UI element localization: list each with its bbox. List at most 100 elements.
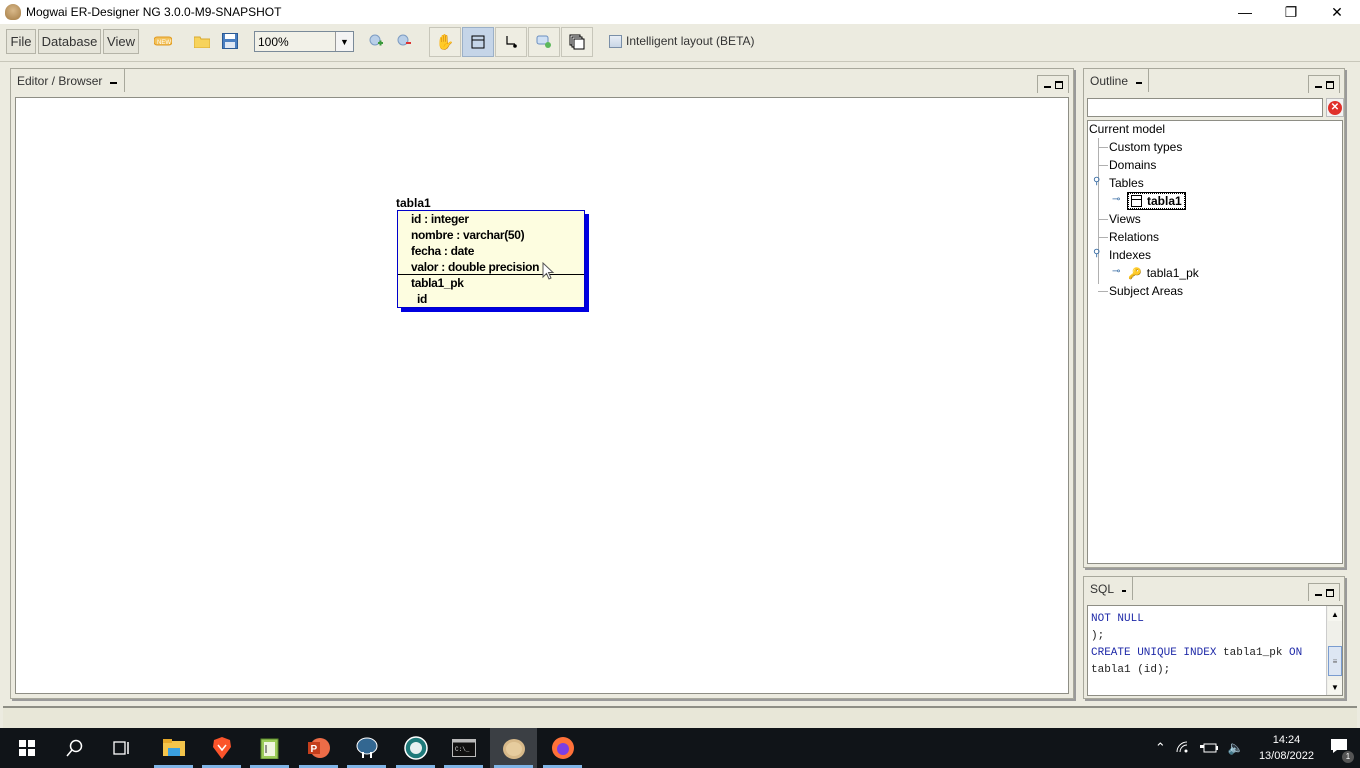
menu-database[interactable]: Database	[38, 29, 101, 54]
tab-outline[interactable]: Outline	[1083, 68, 1149, 92]
save-icon[interactable]	[221, 32, 239, 50]
hand-tool-button[interactable]: ✋	[429, 27, 461, 57]
close-icon: ✕	[1328, 100, 1342, 115]
notification-center-icon[interactable]: 1	[1330, 738, 1354, 763]
sql-panel: SQL NOT NULL ); CREATE UNIQUE INDEX tabl…	[1083, 576, 1345, 699]
entity-attribute[interactable]: fecha : date	[411, 244, 474, 258]
file-explorer-icon[interactable]	[150, 728, 197, 768]
scroll-thumb[interactable]: ≡	[1328, 646, 1342, 676]
start-icon[interactable]	[3, 728, 50, 768]
minimize-icon[interactable]	[1043, 86, 1051, 88]
tree-item-relations[interactable]: Relations	[1109, 230, 1159, 244]
sql-scrollbar[interactable]: ▲ ≡ ▼	[1326, 606, 1342, 695]
battery-icon[interactable]	[1199, 741, 1218, 756]
brave-browser-icon[interactable]	[198, 728, 245, 768]
search-icon[interactable]	[51, 728, 98, 768]
svg-text:NEW: NEW	[157, 40, 171, 46]
menu-view[interactable]: View	[103, 29, 139, 54]
intelligent-layout-toggle[interactable]: Intelligent layout (BETA)	[609, 34, 755, 48]
scroll-down-icon[interactable]: ▼	[1328, 680, 1342, 694]
open-folder-icon[interactable]	[193, 32, 211, 50]
sql-line: );	[1091, 630, 1105, 642]
tab-editor-browser[interactable]: Editor / Browser	[10, 68, 125, 92]
outline-panel-controls	[1308, 75, 1340, 93]
status-bar	[3, 706, 1357, 728]
minimize-icon[interactable]	[110, 81, 118, 84]
tree-item-label: tabla1_pk	[1146, 266, 1199, 280]
leaf-handle-icon: ⊸	[1112, 194, 1121, 205]
tree-item-tables[interactable]: Tables	[1109, 176, 1144, 190]
chevron-down-icon[interactable]: ▼	[335, 32, 353, 51]
diagram-canvas[interactable]: tabla1 id : integer nombre : varchar(50)…	[15, 97, 1069, 694]
zoom-out-icon[interactable]	[396, 32, 414, 50]
terminal-icon[interactable]: C:\_	[440, 728, 487, 768]
tree-item-domains[interactable]: Domains	[1109, 158, 1156, 172]
entity-index-name[interactable]: tabla1_pk	[411, 276, 464, 290]
subject-area-icon	[569, 34, 585, 50]
relation-icon	[506, 36, 517, 48]
entity-tool-button[interactable]	[462, 27, 494, 57]
chevron-up-icon[interactable]: ⌃	[1155, 740, 1166, 756]
minimize-icon[interactable]	[1136, 81, 1142, 84]
tree-line	[1098, 291, 1108, 292]
powerpoint-icon[interactable]: P	[295, 728, 342, 768]
svg-text:P: P	[310, 744, 317, 755]
key-icon: 🔑	[1128, 267, 1142, 280]
notepad-plus-icon[interactable]	[246, 728, 293, 768]
clear-search-button[interactable]: ✕	[1326, 98, 1344, 117]
maximize-icon[interactable]	[1325, 80, 1334, 89]
entity-box[interactable]: id : integer nombre : varchar(50) fecha …	[397, 210, 585, 308]
outline-search-input[interactable]	[1087, 98, 1323, 117]
zoom-select[interactable]: 100% ▼	[254, 31, 354, 52]
tree-item-tabla1[interactable]: tabla1	[1127, 192, 1186, 210]
tree-item-views[interactable]: Views	[1109, 212, 1141, 226]
entity-title[interactable]: tabla1	[396, 196, 431, 210]
mogwai-app-icon[interactable]	[490, 728, 537, 768]
comment-tool-button[interactable]	[528, 27, 560, 57]
tree-root[interactable]: Current model	[1089, 122, 1165, 136]
sql-line: tabla1 (id);	[1091, 664, 1171, 676]
tree-item-custom-types[interactable]: Custom types	[1109, 140, 1182, 154]
task-view-icon[interactable]	[98, 728, 145, 768]
entity-index-column[interactable]: id	[417, 292, 427, 306]
tab-label: SQL	[1090, 581, 1115, 596]
intelligent-layout-checkbox[interactable]	[609, 34, 622, 48]
maximize-icon[interactable]	[1054, 80, 1063, 89]
volume-icon[interactable]: 🔈	[1228, 740, 1244, 756]
subject-area-tool-button[interactable]	[561, 27, 593, 57]
entity-attribute[interactable]: nombre : varchar(50)	[411, 228, 525, 242]
zoom-in-icon[interactable]	[368, 32, 386, 50]
sql-text-area[interactable]: NOT NULL ); CREATE UNIQUE INDEX tabla1_p…	[1087, 605, 1343, 696]
minimize-button[interactable]: —	[1222, 0, 1268, 24]
wifi-icon[interactable]	[1176, 741, 1190, 756]
zoom-value: 100%	[258, 34, 289, 49]
firefox-icon[interactable]	[539, 728, 586, 768]
maximize-icon[interactable]	[1325, 588, 1334, 597]
clock-time: 14:24	[1272, 734, 1301, 746]
minimize-icon[interactable]	[1314, 594, 1322, 596]
tab-sql[interactable]: SQL	[1083, 576, 1133, 600]
tree-item-indexes[interactable]: Indexes	[1109, 248, 1151, 262]
clock[interactable]: 14:24 13/08/2022	[1259, 732, 1314, 764]
restore-button[interactable]: ❐	[1268, 0, 1314, 24]
relation-tool-button[interactable]	[495, 27, 527, 57]
selected-node[interactable]: tabla1	[1127, 192, 1186, 210]
pgadmin-icon[interactable]	[343, 728, 390, 768]
menu-file[interactable]: File	[6, 29, 36, 54]
scroll-up-icon[interactable]: ▲	[1328, 607, 1342, 621]
app-circle-icon[interactable]	[392, 728, 439, 768]
expand-handle-icon[interactable]: ⚲	[1093, 176, 1100, 187]
entity-attribute[interactable]: id : integer	[411, 212, 469, 226]
expand-handle-icon[interactable]: ⚲	[1093, 248, 1100, 259]
minimize-icon[interactable]	[1122, 589, 1126, 592]
tree-line	[1098, 138, 1099, 284]
entity-attribute[interactable]: valor : double precision	[411, 260, 539, 274]
close-button[interactable]: ✕	[1314, 0, 1360, 24]
minimize-icon[interactable]	[1314, 86, 1322, 88]
new-model-icon[interactable]: NEW	[154, 32, 172, 50]
tree-item-tabla1-pk[interactable]: 🔑 tabla1_pk	[1128, 266, 1199, 280]
tree-item-label: tabla1	[1147, 194, 1182, 208]
tree-item-subject-areas[interactable]: Subject Areas	[1109, 284, 1183, 298]
hand-icon: ✋	[435, 34, 455, 51]
editor-panel: Editor / Browser tabla1 id : integer nom…	[10, 68, 1074, 699]
